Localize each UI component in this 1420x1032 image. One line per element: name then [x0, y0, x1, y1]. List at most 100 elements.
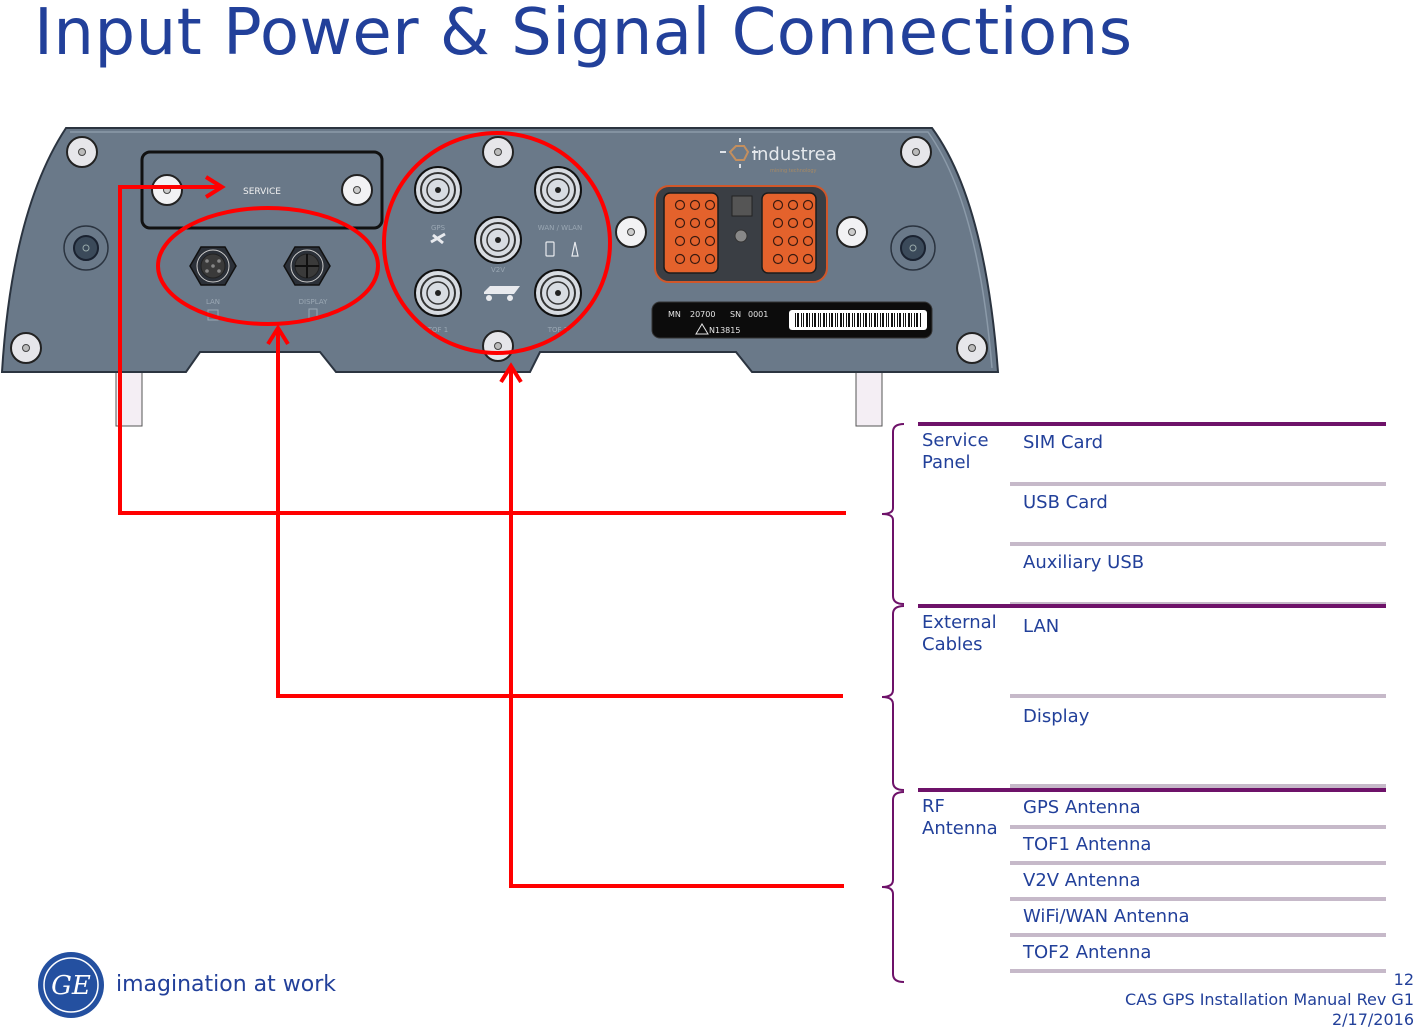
connector-pin	[802, 235, 814, 247]
tof1-port-label: TOF 1	[427, 326, 449, 334]
lan-port[interactable]	[189, 246, 237, 286]
screw-icon	[151, 174, 183, 206]
left-leg	[115, 369, 143, 427]
barcode-bar	[820, 313, 821, 327]
barcode-bar	[831, 313, 833, 327]
connector-pin	[704, 217, 716, 229]
wan-wlan-antenna-port[interactable]	[534, 166, 582, 214]
barcode-bar	[840, 313, 842, 327]
table-item-wifi-wan-antenna: WiFi/WAN Antenna	[1023, 906, 1190, 927]
barcode-bar	[803, 313, 804, 327]
barcode-bar	[809, 313, 810, 327]
service-label: SERVICE	[243, 187, 281, 197]
screw-icon	[341, 174, 373, 206]
connector-pin	[772, 199, 784, 211]
connector-pin	[704, 253, 716, 265]
display-port[interactable]	[283, 246, 331, 286]
barcode-bar	[852, 313, 853, 327]
barcode-bar	[897, 313, 898, 327]
device-front-panel: SERVICE LAN DISPLAY GPS WAN / WLAN V2V T…	[0, 127, 1000, 427]
barcode-bar	[797, 313, 799, 327]
connector-pin	[787, 235, 799, 247]
display-port-label: DISPLAY	[299, 298, 328, 306]
item-rule	[1010, 825, 1386, 829]
table-item-sim-card: SIM Card	[1023, 432, 1104, 453]
table-item-display: Display	[1023, 706, 1090, 727]
barcode-bar	[903, 313, 904, 327]
rf-antenna-arrow-line	[509, 368, 844, 888]
barcode-bar	[843, 313, 844, 327]
barcode-bar	[835, 313, 836, 327]
table-item-tof1-antenna: TOF1 Antenna	[1023, 834, 1152, 855]
tof1-antenna-port[interactable]	[414, 269, 462, 317]
screw-icon	[836, 216, 868, 248]
connector-pin	[802, 217, 814, 229]
group-rule	[918, 422, 1386, 426]
tof2-antenna-port[interactable]	[534, 269, 582, 317]
barcode-bar	[882, 313, 884, 327]
barcode-bar	[908, 313, 910, 327]
barcode-bar	[871, 313, 872, 327]
barcode-bar	[877, 313, 878, 327]
group-label-external-cables: External Cables	[922, 612, 997, 655]
barcode-bar	[829, 313, 830, 327]
barcode-bar	[801, 313, 802, 327]
barcode-bar	[891, 313, 893, 327]
group-label-rf-antenna: RF Antenna	[922, 796, 998, 839]
barcode-bar	[863, 313, 864, 327]
group-label-service-panel: Service Panel	[922, 430, 989, 473]
connector-pin	[704, 199, 716, 211]
barcode-bar	[911, 313, 912, 327]
screw-icon	[482, 330, 514, 362]
v2v-antenna-port[interactable]	[474, 216, 522, 264]
connector-pin	[787, 217, 799, 229]
connector-pin	[689, 235, 701, 247]
mn-value: 20700	[690, 310, 715, 319]
sn-value: 0001	[748, 310, 768, 319]
lan-port-label: LAN	[206, 298, 220, 306]
connector-pin	[802, 199, 814, 211]
footer-tagline: imagination at work	[116, 972, 336, 997]
barcode-bar	[826, 313, 827, 327]
connector-pin	[787, 199, 799, 211]
barcode-bar	[823, 313, 825, 327]
barcode-bar	[916, 313, 918, 327]
barcode-bar	[857, 313, 859, 327]
barcode-bar	[860, 313, 861, 327]
screw-icon	[900, 136, 932, 168]
screw-icon	[956, 332, 988, 364]
brace-external-cables	[881, 605, 905, 791]
connector-pin	[772, 235, 784, 247]
gps-antenna-port[interactable]	[414, 166, 462, 214]
screw-icon	[482, 136, 514, 168]
connector-pin	[689, 199, 701, 211]
barcode-bar	[874, 313, 876, 327]
barcode-bar	[869, 313, 870, 327]
item-rule	[1010, 897, 1386, 901]
item-rule	[1010, 694, 1386, 698]
item-rule	[1010, 482, 1386, 486]
barcode-bar	[865, 313, 867, 327]
barcode-bar	[899, 313, 901, 327]
industrea-tagline: mining technology	[770, 168, 817, 174]
barcode-bar	[920, 313, 921, 327]
industrea-brand: industrea	[752, 144, 837, 165]
wan-port-label: WAN / WLAN	[538, 224, 582, 232]
page-title: Input Power & Signal Connections	[34, 0, 1133, 70]
connector-pin	[772, 253, 784, 265]
barcode-bar	[795, 313, 796, 327]
barcode-bar	[894, 313, 895, 327]
ge-logo-icon: GE	[38, 952, 104, 1018]
barcode-bar	[886, 313, 887, 327]
connector-pin	[787, 253, 799, 265]
ge-logo-text: GE	[51, 971, 91, 1001]
barcode-bar	[854, 313, 855, 327]
group-rule	[918, 788, 1386, 792]
table-item-usb-card: USB Card	[1023, 492, 1108, 513]
item-rule	[1010, 861, 1386, 865]
barcode-bar	[880, 313, 881, 327]
connector-pin	[689, 217, 701, 229]
connector-pin	[689, 253, 701, 265]
barcode-bar	[818, 313, 819, 327]
nameplate	[651, 301, 933, 339]
